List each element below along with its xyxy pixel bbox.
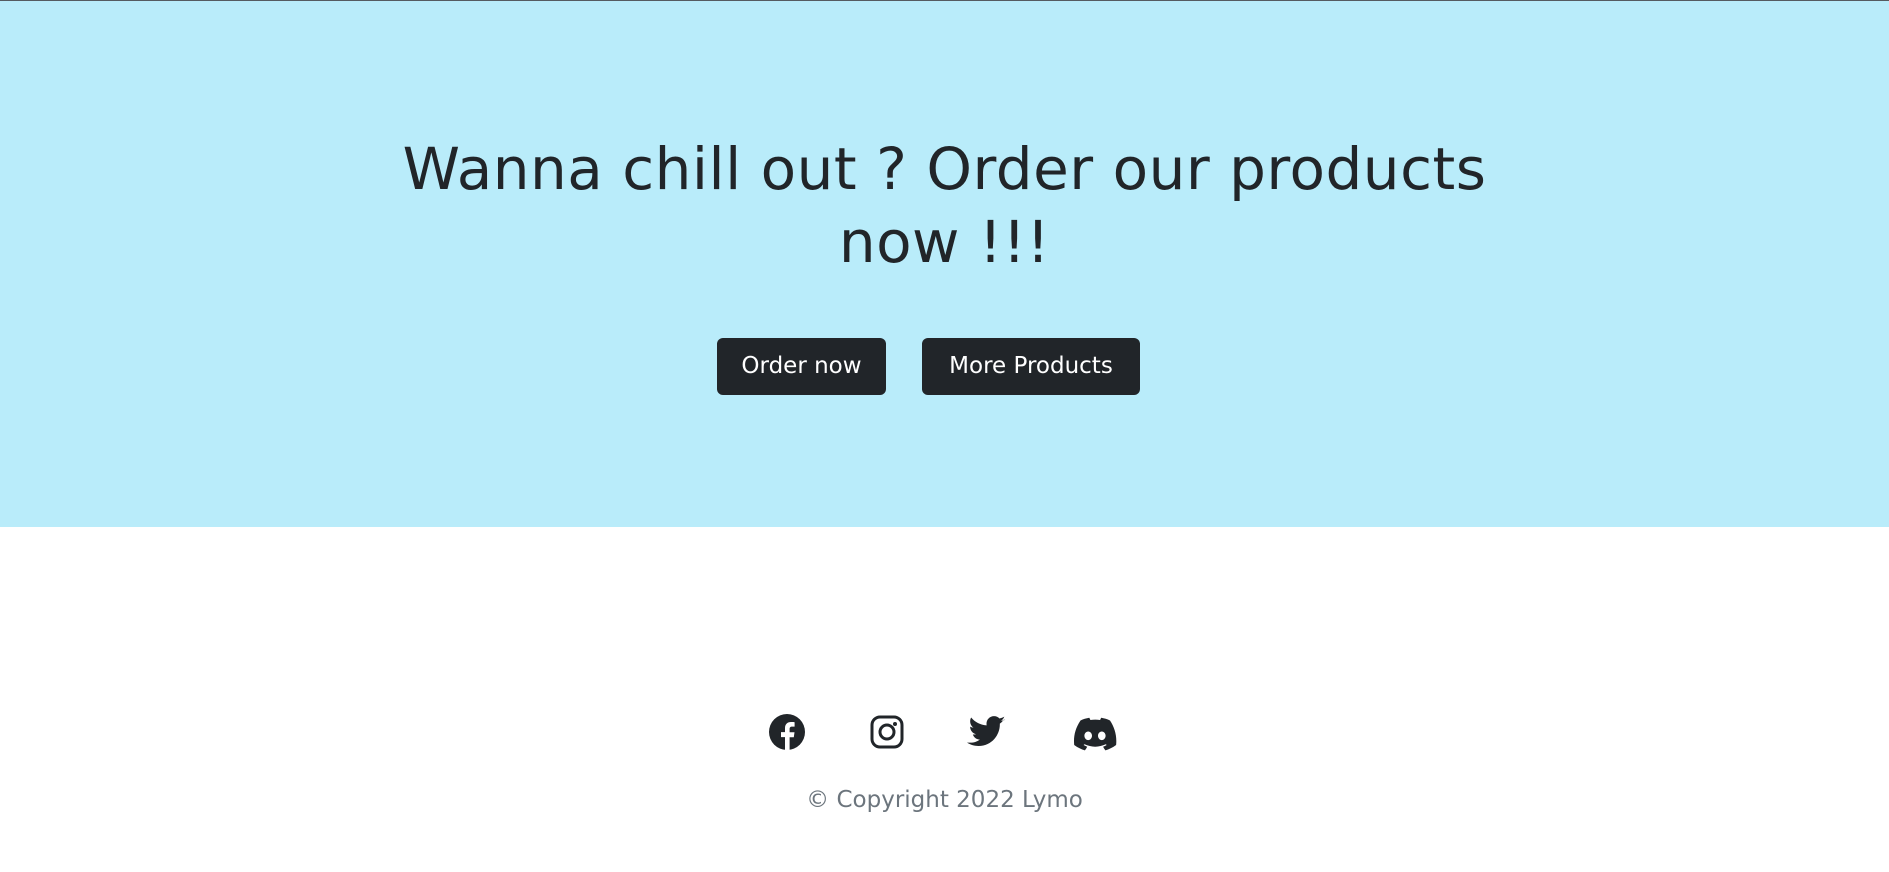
hero-title-line-1: Wanna chill out ? Order our products [402, 135, 1487, 203]
twitter-icon[interactable] [967, 712, 1007, 752]
order-now-button[interactable]: Order now [717, 338, 886, 395]
hero-title-line-2: now !!! [838, 208, 1051, 276]
copyright-text: © Copyright 2022 Lymo [806, 787, 1083, 813]
social-links [0, 712, 1889, 756]
facebook-icon[interactable] [767, 712, 807, 752]
hero-title: Wanna chill out ? Order our products now… [0, 133, 1889, 279]
instagram-icon[interactable] [867, 712, 907, 752]
discord-icon[interactable] [1073, 712, 1117, 752]
hero-section: Wanna chill out ? Order our products now… [0, 1, 1889, 527]
more-products-button[interactable]: More Products [922, 338, 1140, 395]
